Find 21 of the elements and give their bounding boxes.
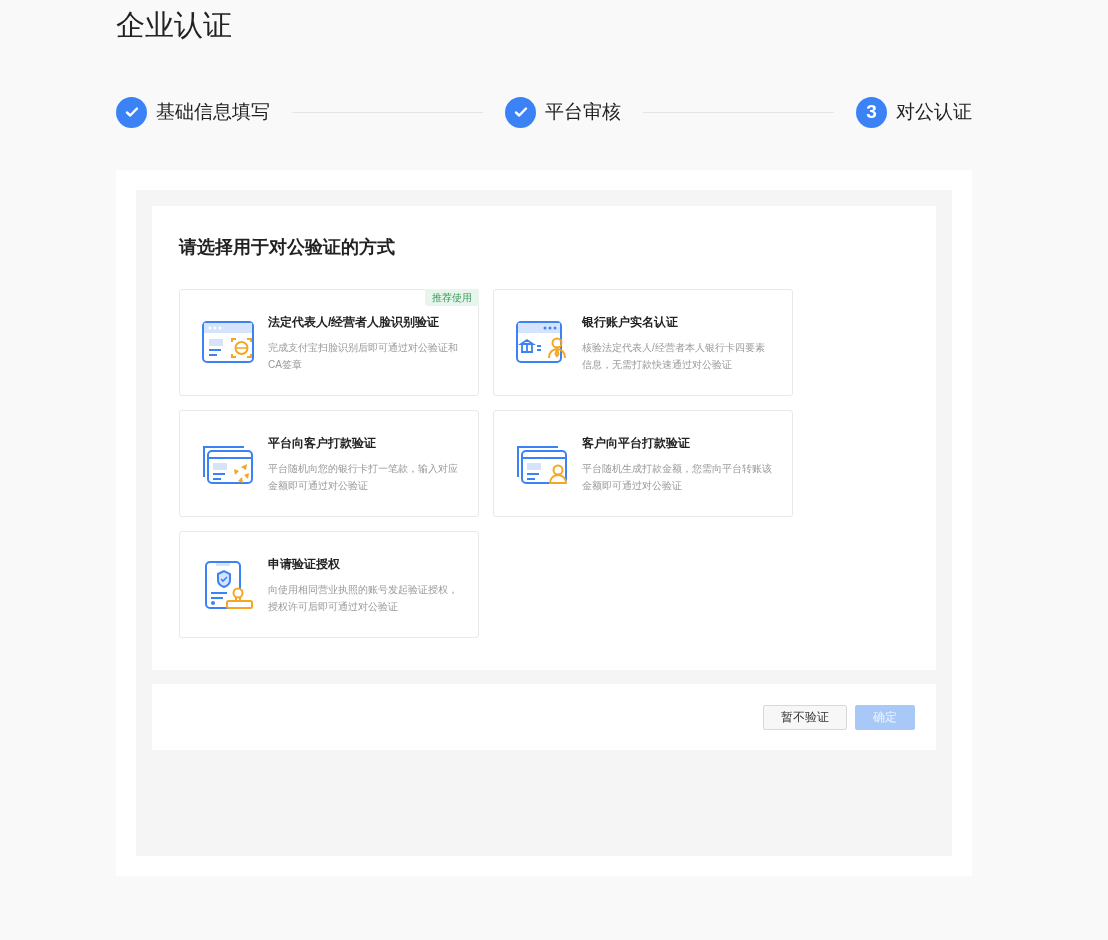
step-label: 平台审核 [545,99,621,124]
method-option[interactable]: 申请验证授权 向使用相同营业执照的账号发起验证授权，授权许可后即可通过对公验证 [179,531,479,638]
option-description: 向使用相同营业执照的账号发起验证授权，授权许可后即可通过对公验证 [268,582,459,614]
option-title: 客户向平台打款验证 [582,434,691,452]
method-option[interactable]: 法定代表人/经营者人脸识别验证 完成支付宝扫脸识别后即可通过对公验证和CA签章 推荐使用 [179,289,479,396]
skip-button[interactable]: 暂不验证 [763,704,847,730]
option-title: 银行账户实名认证 [582,313,679,331]
method-option[interactable]: 银行账户实名认证 核验法定代表人/经营者本人银行卡四要素信息，无需打款快速通过对公验证 [493,289,793,396]
option-title: 申请验证授权 [268,555,341,573]
step-label: 基础信息填写 [156,99,270,124]
section-title: 请选择用于对公验证的方式 [179,236,396,259]
recommended-tag: 推荐使用 [425,289,479,306]
option-title: 平台向客户打款验证 [268,434,377,452]
option-title: 法定代表人/经营者人脸识别验证 [268,313,441,331]
page-title: 企业认证 [116,8,233,43]
method-option[interactable]: 客户向平台打款验证 平台随机生成打款金额，您需向平台转账该金额即可通过对公验证 [493,410,793,517]
step-label: 对公认证 [896,99,972,124]
step-number: 3 [856,96,887,128]
option-description: 完成支付宝扫脸识别后即可通过对公验证和CA签章 [268,340,459,372]
option-description: 核验法定代表人/经营者本人银行卡四要素信息，无需打款快速通过对公验证 [582,340,766,372]
option-description: 平台随机生成打款金额，您需向平台转账该金额即可通过对公验证 [582,461,773,493]
